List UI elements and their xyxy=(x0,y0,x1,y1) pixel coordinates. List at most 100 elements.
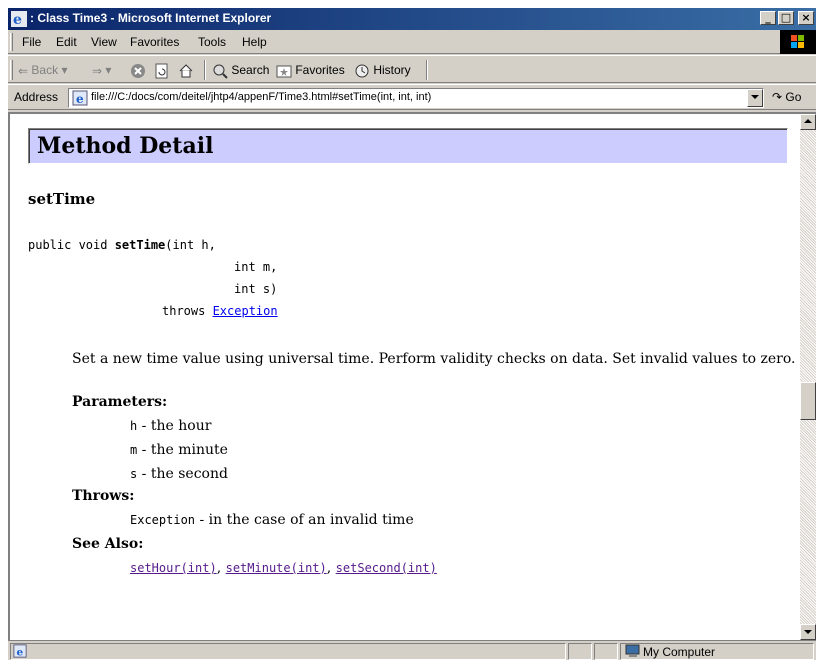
window-title: : Class Time3 - Microsoft Internet Explo… xyxy=(30,11,272,25)
go-label: Go xyxy=(785,90,802,104)
signature-method-name: setTime xyxy=(114,238,166,252)
exception-link[interactable]: Exception xyxy=(213,304,278,318)
search-button[interactable]: Search xyxy=(212,60,269,80)
ie-page-icon: e xyxy=(13,644,27,658)
status-main-pane: e xyxy=(10,643,566,660)
param-item: m - the minute xyxy=(130,442,228,458)
scroll-thumb[interactable] xyxy=(800,382,816,420)
go-arrow-icon: ↷ xyxy=(772,90,783,104)
arrow-up-icon xyxy=(804,119,812,123)
title-bar[interactable]: e : Class Time3 - Microsoft Internet Exp… xyxy=(8,8,816,30)
close-button[interactable]: × xyxy=(798,11,814,25)
signature-param-s: int s) xyxy=(234,282,278,296)
see-also-links: setHour(int), setMinute(int), setSecond(… xyxy=(130,560,437,576)
throws-code: Exception xyxy=(130,513,196,527)
chevron-down-icon xyxy=(751,95,759,99)
windows-logo-icon xyxy=(780,30,816,54)
see-also-link-sethour[interactable]: setHour(int) xyxy=(130,561,217,575)
back-arrow-icon: ⇐ xyxy=(18,63,29,78)
address-bar: Address e file:///C:/docs/com/deitel/jht… xyxy=(8,84,816,110)
stop-icon xyxy=(131,63,145,78)
refresh-button[interactable] xyxy=(154,60,170,80)
home-icon xyxy=(179,64,193,78)
toolbar-separator xyxy=(426,60,428,80)
param-item: h - the hour xyxy=(130,418,211,434)
throws-item: Exception - in the case of an invalid ti… xyxy=(130,512,414,528)
menu-view[interactable]: View xyxy=(91,35,117,49)
back-label: Back xyxy=(31,63,59,77)
favorites-folder-icon xyxy=(276,65,292,78)
home-button[interactable] xyxy=(178,60,194,80)
address-url: file:///C:/docs/com/deitel/jhtp4/appenF/… xyxy=(91,91,432,103)
toolbar-grip[interactable] xyxy=(10,60,13,80)
forward-dropdown-icon[interactable]: ▾ xyxy=(105,63,111,77)
menu-tools[interactable]: Tools xyxy=(198,35,226,49)
see-also-link-setsecond[interactable]: setSecond(int) xyxy=(336,561,437,575)
stop-button[interactable] xyxy=(130,60,146,80)
method-name-heading: setTime xyxy=(28,190,96,208)
computer-icon xyxy=(625,644,640,657)
see-also-label: See Also: xyxy=(72,536,144,552)
refresh-icon xyxy=(155,63,168,79)
param-desc: - the hour xyxy=(137,418,212,434)
method-description: Set a new time value using universal tim… xyxy=(72,351,796,367)
scroll-up-button[interactable] xyxy=(800,114,816,130)
signature-param-h: (int h, xyxy=(165,238,216,252)
back-dropdown-icon[interactable]: ▾ xyxy=(61,63,67,77)
see-also-separator: , xyxy=(216,560,226,576)
signature-modifiers: public void xyxy=(28,238,115,252)
favorites-label: Favorites xyxy=(295,63,345,77)
menu-edit[interactable]: Edit xyxy=(56,35,77,49)
signature-throws: throws Exception xyxy=(162,304,278,318)
search-globe-icon xyxy=(213,64,228,79)
parameters-label: Parameters: xyxy=(72,394,168,410)
address-dropdown-button[interactable] xyxy=(747,89,763,107)
param-item: s - the second xyxy=(130,466,228,482)
signature-param-m: int m, xyxy=(234,260,278,274)
toolbar-separator xyxy=(204,60,206,80)
address-label: Address xyxy=(14,90,59,104)
menu-bar-grip[interactable] xyxy=(10,33,13,51)
ie-window: e : Class Time3 - Microsoft Internet Exp… xyxy=(8,8,816,660)
status-progress-pane xyxy=(568,643,592,660)
go-button[interactable]: ↷ Go xyxy=(772,90,801,104)
favorites-button[interactable]: Favorites xyxy=(276,60,345,80)
see-also-link-setminute[interactable]: setMinute(int) xyxy=(226,561,327,575)
param-desc: - the second xyxy=(137,466,228,482)
security-zone-label: My Computer xyxy=(643,645,716,659)
param-desc: - the minute xyxy=(137,442,228,458)
page-icon: e xyxy=(72,90,88,106)
status-bar: e My Computer xyxy=(8,640,816,660)
back-button[interactable]: ⇐ Back ▾ xyxy=(18,60,67,80)
content-frame: Method Detail setTime public void setTim… xyxy=(8,112,816,640)
history-label: History xyxy=(373,63,411,77)
page-content: Method Detail setTime public void setTim… xyxy=(10,114,800,640)
forward-button[interactable]: ⇒ ▾ xyxy=(92,60,111,80)
scroll-down-button[interactable] xyxy=(800,624,816,640)
maximize-button[interactable]: □ xyxy=(778,11,794,25)
arrow-down-icon xyxy=(804,630,812,634)
menu-help[interactable]: Help xyxy=(242,35,267,49)
ie-logo-icon: e xyxy=(11,11,27,27)
minimize-button[interactable]: _ xyxy=(760,11,776,25)
address-input[interactable]: e file:///C:/docs/com/deitel/jhtp4/appen… xyxy=(68,88,764,108)
signature-line-1: public void setTime(int h, xyxy=(28,238,216,252)
vertical-scrollbar[interactable] xyxy=(800,114,816,640)
svg-text:e: e xyxy=(76,92,84,106)
menu-file[interactable]: File xyxy=(22,35,41,49)
throws-desc: - in the case of an invalid time xyxy=(195,512,414,528)
standard-toolbar: ⇐ Back ▾ ⇒ ▾ Search Favorites History xyxy=(8,55,816,83)
history-button[interactable]: History xyxy=(354,60,411,80)
forward-arrow-icon: ⇒ xyxy=(92,63,103,78)
status-secure-pane xyxy=(594,643,618,660)
menu-bar: File Edit View Favorites Tools Help xyxy=(8,30,816,54)
section-heading-text: Method Detail xyxy=(37,133,214,159)
search-label: Search xyxy=(231,63,270,77)
svg-text:e: e xyxy=(17,646,24,658)
svg-text:e: e xyxy=(13,12,22,27)
throws-label: Throws: xyxy=(72,488,135,504)
throws-keyword: throws xyxy=(162,304,213,318)
menu-favorites[interactable]: Favorites xyxy=(130,35,179,49)
status-zone-pane: My Computer xyxy=(620,643,814,660)
history-icon xyxy=(355,64,369,78)
